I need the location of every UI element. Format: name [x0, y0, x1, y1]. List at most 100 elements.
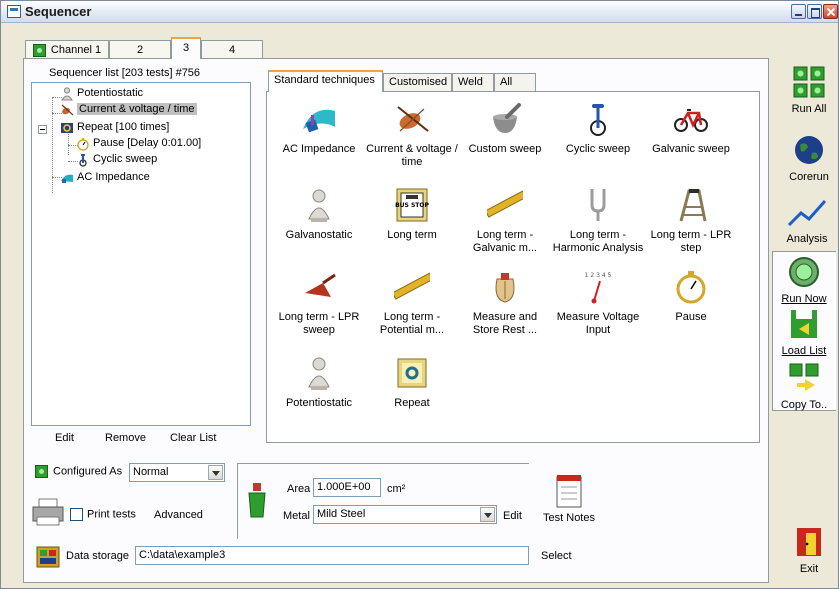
bus-stop-icon: BUS STOP: [394, 187, 430, 223]
maximize-button[interactable]: [807, 4, 822, 19]
minimize-button[interactable]: [791, 4, 806, 19]
technique-galvanostatic[interactable]: Galvanostatic: [273, 187, 365, 242]
tab-weld[interactable]: Weld: [452, 73, 494, 91]
collapse-toggle[interactable]: [38, 125, 47, 134]
list-item[interactable]: Repeat [100 times]: [60, 119, 169, 135]
remove-button[interactable]: Remove: [105, 432, 146, 444]
sample-jar-icon: [248, 483, 266, 518]
tab-channel-2[interactable]: 2: [109, 40, 171, 59]
dustpan-icon: [301, 269, 337, 305]
technique-long-term-potential[interactable]: Long term - Potential m...: [366, 269, 458, 337]
list-item[interactable]: Cyclic sweep: [76, 151, 157, 167]
bust-icon: [301, 355, 337, 391]
tab-all[interactable]: All: [494, 73, 536, 91]
technique-long-term[interactable]: BUS STOP Long term: [366, 187, 458, 242]
metal-label: Metal: [283, 510, 310, 522]
technique-potentiostatic[interactable]: Potentiostatic: [273, 355, 365, 410]
globe-icon: [795, 136, 823, 164]
tab-channel-1[interactable]: Channel 1: [25, 40, 109, 59]
bust-icon: [60, 86, 74, 101]
technique-repeat[interactable]: Repeat: [366, 355, 458, 410]
configured-led-icon: [35, 465, 48, 478]
title-bar[interactable]: Sequencer: [1, 1, 838, 23]
app-icon: [7, 5, 21, 18]
sequencer-window: Sequencer Channel 1 2 3 4 Sequencer list…: [0, 0, 839, 589]
checkbox-box[interactable]: [70, 508, 83, 521]
step-ladder-icon: [673, 187, 709, 223]
technique-galvanic-sweep[interactable]: Galvanic sweep: [645, 101, 737, 156]
test-notes-button[interactable]: Test Notes: [541, 473, 597, 524]
chart-line-icon: [787, 200, 827, 227]
area-input[interactable]: 1.000E+00: [313, 478, 381, 497]
technique-custom-sweep[interactable]: Custom sweep: [459, 101, 551, 156]
technique-measure-voltage-input[interactable]: 1 2 3 4 5 Measure Voltage Input: [552, 269, 644, 337]
configured-as-group: Configured As: [35, 465, 122, 478]
clear-list-button[interactable]: Clear List: [170, 432, 216, 444]
list-item[interactable]: Current & voltage / time: [60, 101, 197, 117]
run-now-icon: [789, 257, 819, 287]
window-title: Sequencer: [25, 4, 92, 19]
load-list-button[interactable]: Load List: [772, 307, 836, 357]
channel-led-icon: [32, 43, 46, 57]
corerun-button[interactable]: Corerun: [775, 133, 839, 183]
advanced-button[interactable]: Advanced: [154, 509, 203, 521]
tab-channel-4[interactable]: 4: [201, 40, 263, 59]
technique-long-term-galvanic[interactable]: Long term - Galvanic m...: [459, 187, 551, 255]
sack-icon: [487, 269, 523, 305]
technique-pause[interactable]: Pause: [645, 269, 737, 324]
close-button[interactable]: [823, 4, 838, 19]
chevron-down-icon[interactable]: [480, 507, 495, 522]
list-item[interactable]: Pause [Delay 0:01.00]: [76, 135, 201, 151]
edit-list-button[interactable]: Edit: [55, 432, 74, 444]
gauge-scale: 1 2 3 4 5: [585, 272, 612, 279]
technique-long-term-lpr-sweep[interactable]: Long term - LPR sweep: [273, 269, 365, 337]
copy-icon: [789, 363, 819, 391]
select-folder-button[interactable]: Select: [541, 550, 572, 562]
configured-as-select[interactable]: Normal: [129, 463, 225, 482]
bust-icon: [301, 187, 337, 223]
violin-icon: [60, 103, 74, 116]
divider: [237, 463, 238, 539]
unicycle-icon: [580, 101, 616, 137]
wave-icon: [301, 101, 337, 137]
bus-stop-sign: BUS STOP: [395, 202, 429, 209]
tab-customised[interactable]: Customised: [383, 73, 452, 91]
edit-metal-button[interactable]: Edit: [503, 510, 522, 522]
technique-cyclic-sweep[interactable]: Cyclic sweep: [552, 101, 644, 156]
technique-long-term-lpr-step[interactable]: Long term - LPR step: [645, 187, 737, 255]
technique-measure-store-rest[interactable]: Measure and Store Rest ...: [459, 269, 551, 337]
channels-led-icon: [793, 66, 825, 98]
stopwatch-icon: [76, 137, 90, 151]
run-now-button[interactable]: Run Now: [772, 255, 836, 305]
mortar-icon: [487, 101, 523, 137]
print-tests-checkbox[interactable]: Print tests: [70, 508, 136, 521]
wave-icon: [60, 171, 74, 184]
printer-icon: [32, 498, 64, 526]
area-label: Area: [287, 483, 311, 495]
metal-select[interactable]: Mild Steel: [313, 505, 497, 524]
run-all-button[interactable]: Run All: [775, 65, 839, 115]
copy-to-button[interactable]: Copy To..: [772, 361, 836, 411]
sequencer-list[interactable]: Potentiostatic Current & voltage / time …: [31, 82, 251, 426]
tab-channel-3[interactable]: 3: [171, 37, 201, 59]
repeat-icon: [394, 355, 430, 391]
technique-long-term-harmonic[interactable]: Long term - Harmonic Analysis: [552, 187, 644, 255]
ruler-icon: [391, 269, 434, 305]
gauge-icon: 1 2 3 4 5: [580, 269, 616, 305]
tab-standard-techniques[interactable]: Standard techniques: [268, 70, 383, 92]
technique-ac-impedance[interactable]: AC Impedance: [273, 101, 365, 156]
bicycle-icon: [673, 101, 709, 137]
sequencer-list-header: Sequencer list [203 tests] #756: [49, 67, 201, 79]
area-unit: cm²: [387, 483, 406, 495]
load-disk-icon: [791, 310, 817, 338]
ruler-icon: [484, 187, 527, 223]
list-item[interactable]: AC Impedance: [60, 169, 150, 185]
exit-button[interactable]: Exit: [779, 525, 839, 575]
technique-current-voltage-time[interactable]: Current & voltage / time: [366, 101, 458, 169]
stopwatch-icon: [673, 269, 709, 305]
list-item[interactable]: Potentiostatic: [60, 85, 143, 101]
data-storage-input[interactable]: C:\data\example3: [135, 546, 529, 565]
analysis-button[interactable]: Analysis: [773, 197, 839, 245]
chevron-down-icon[interactable]: [208, 465, 223, 480]
notepad-icon: [556, 475, 582, 508]
